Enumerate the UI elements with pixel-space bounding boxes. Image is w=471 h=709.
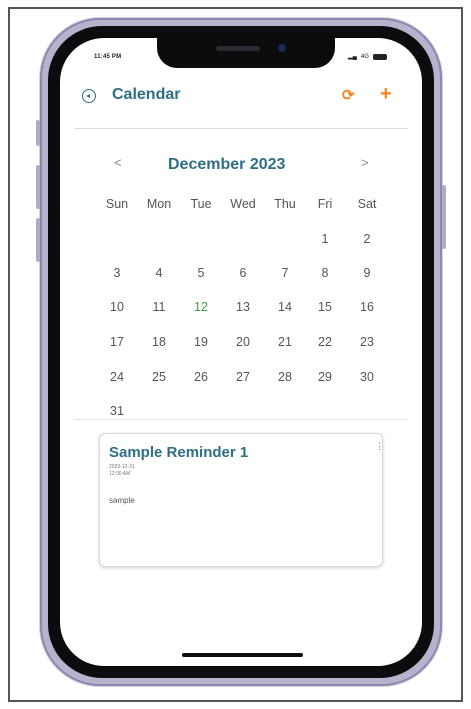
calendar-divider — [74, 419, 408, 420]
calendar-day[interactable]: 4 — [138, 266, 180, 280]
calendar-day-today[interactable]: 12 — [180, 300, 222, 314]
phone-side-button — [36, 120, 40, 146]
calendar-day[interactable]: 31 — [96, 404, 138, 418]
calendar-day[interactable]: 26 — [180, 370, 222, 384]
weekday-label: Mon — [146, 197, 172, 211]
calendar-day[interactable]: 24 — [96, 370, 138, 384]
notch — [157, 38, 335, 68]
calendar-day[interactable]: 16 — [346, 300, 388, 314]
page-title: Calendar — [112, 86, 181, 103]
calendar-day[interactable]: 28 — [264, 370, 306, 384]
weekday-label: Fri — [317, 197, 333, 211]
calendar-day[interactable]: 20 — [222, 335, 264, 349]
calendar-day[interactable]: 2 — [346, 232, 388, 246]
reminder-time: 12:00 AM — [109, 471, 131, 477]
reminder-date: 2023-12-31 — [109, 464, 135, 470]
phone-side-button — [36, 165, 40, 209]
weekday-label: Sat — [357, 197, 377, 211]
calendar-day[interactable]: 19 — [180, 335, 222, 349]
prev-month-button[interactable]: < — [114, 155, 122, 170]
calendar-day[interactable]: 13 — [222, 300, 264, 314]
calendar-day[interactable]: 29 — [304, 370, 346, 384]
next-month-button[interactable]: > — [361, 155, 369, 170]
calendar-day[interactable]: 5 — [180, 266, 222, 280]
calendar-day[interactable]: 17 — [96, 335, 138, 349]
weekday-label: Wed — [230, 197, 256, 211]
phone-side-button — [36, 218, 40, 262]
calendar-day[interactable]: 18 — [138, 335, 180, 349]
calendar-day[interactable]: 9 — [346, 266, 388, 280]
battery-icon — [372, 53, 387, 60]
weekday-label: Thu — [274, 197, 296, 211]
camera — [278, 44, 286, 52]
calendar-day[interactable]: 30 — [346, 370, 388, 384]
reminder-title: Sample Reminder 1 — [109, 444, 249, 461]
reminder-body: sample — [109, 496, 135, 505]
calendar-day[interactable]: 1 — [304, 232, 346, 246]
sync-icon[interactable]: ⟳ — [342, 86, 355, 104]
calendar-day[interactable]: 8 — [304, 266, 346, 280]
more-options-icon[interactable]: ⋮ — [375, 441, 384, 452]
plus-icon[interactable]: + — [380, 83, 392, 106]
calendar-day[interactable]: 10 — [96, 300, 138, 314]
calendar-day[interactable]: 25 — [138, 370, 180, 384]
calendar-day[interactable]: 14 — [264, 300, 306, 314]
network-label: 4G — [360, 53, 369, 60]
home-indicator — [182, 653, 303, 657]
calendar-day[interactable]: 22 — [304, 335, 346, 349]
phone-screen — [60, 38, 422, 666]
calendar-day[interactable]: 3 — [96, 266, 138, 280]
signal-icon: ▂▄ — [348, 54, 357, 60]
reminder-card[interactable]: Sample Reminder 1 2023-12-31 12:00 AM sa… — [99, 433, 384, 567]
phone-side-button — [442, 185, 446, 249]
weekday-label: Sun — [105, 197, 129, 211]
header-divider — [74, 128, 408, 129]
month-title: December 2023 — [168, 156, 286, 173]
status-time: 11:45 PM — [94, 54, 122, 60]
calendar-day[interactable]: 23 — [346, 335, 388, 349]
calendar-day[interactable]: 21 — [264, 335, 306, 349]
calendar-day[interactable]: 27 — [222, 370, 264, 384]
weekday-label: Tue — [190, 197, 212, 211]
calendar-day[interactable]: 11 — [138, 300, 180, 314]
calendar-day[interactable]: 7 — [264, 266, 306, 280]
status-indicators: ▂▄ 4G — [348, 53, 387, 60]
speaker — [216, 46, 260, 51]
back-circle-icon[interactable] — [82, 89, 96, 103]
calendar-day[interactable]: 15 — [304, 300, 346, 314]
calendar-day[interactable]: 6 — [222, 266, 264, 280]
